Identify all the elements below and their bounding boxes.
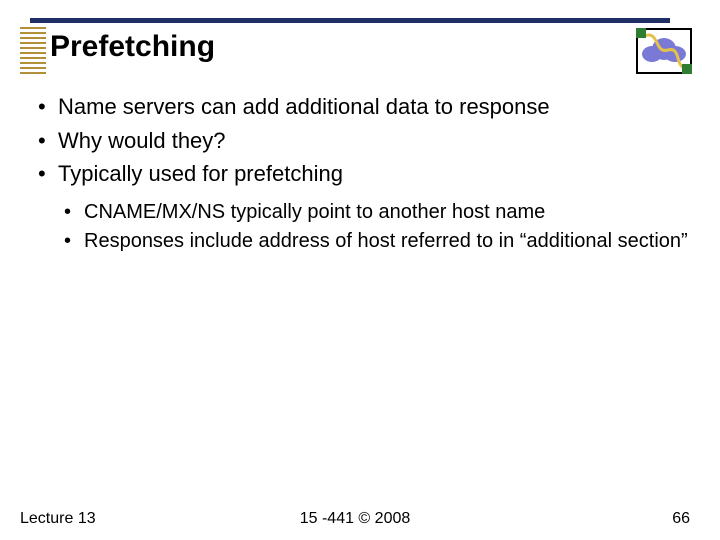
footer-center: 15 -441 © 2008 <box>20 510 690 528</box>
bullet-item: CNAME/MX/NS typically point to another h… <box>64 199 690 226</box>
slide: Prefetching Name servers can add additio… <box>0 0 720 540</box>
bullet-list-primary: Name servers can add additional data to … <box>36 92 690 189</box>
bullet-item: Typically used for prefetching <box>36 159 690 189</box>
bullet-list-secondary: CNAME/MX/NS typically point to another h… <box>64 199 690 255</box>
slide-body: Name servers can add additional data to … <box>36 92 690 257</box>
bullet-item: Name servers can add additional data to … <box>36 92 690 122</box>
slide-title: Prefetching <box>50 30 215 64</box>
slide-footer: Lecture 13 15 -441 © 2008 66 <box>20 510 690 528</box>
title-stripes <box>20 27 46 77</box>
bullet-item: Responses include address of host referr… <box>64 228 690 255</box>
bullet-item: Why would they? <box>36 126 690 156</box>
logo-icon <box>636 28 692 74</box>
title-rule <box>30 18 670 23</box>
